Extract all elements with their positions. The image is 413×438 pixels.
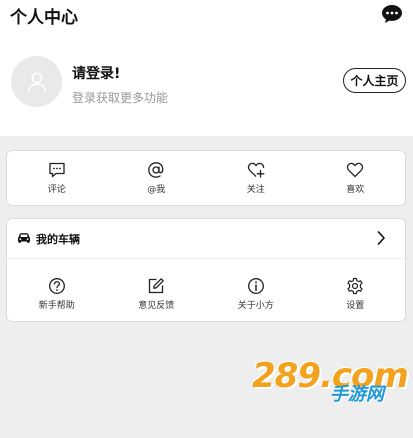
tool-settings[interactable]: 设置 [306, 277, 406, 311]
tool-label: 关于小方 [237, 301, 274, 311]
vehicle-tools-card: 我的车辆 新手帮助 意见反馈 关于小方 设置 [6, 218, 406, 322]
chat-bubble-icon[interactable] [381, 4, 403, 24]
vehicle-label: 我的车辆 [36, 233, 80, 246]
watermark-logo: 289.com 手游网 [252, 356, 409, 405]
action-label: 关注 [246, 185, 265, 195]
action-mentions[interactable]: @我 [107, 161, 207, 195]
chevron-right-icon [377, 231, 385, 245]
my-vehicle-row[interactable]: 我的车辆 [7, 219, 405, 259]
help-icon [48, 278, 65, 294]
action-like[interactable]: 喜欢 [306, 161, 406, 195]
action-card: 评论 @我 关注 喜欢 [6, 150, 406, 206]
tool-label: 新手帮助 [38, 301, 75, 311]
car-icon [18, 233, 30, 243]
avatar[interactable] [11, 56, 62, 107]
info-icon [247, 278, 264, 294]
login-subtitle: 登录获取更多功能 [72, 91, 169, 105]
tool-about[interactable]: 关于小方 [206, 277, 306, 311]
tool-feedback[interactable]: 意见反馈 [107, 277, 207, 311]
tool-label: 意见反馈 [138, 301, 175, 311]
user-avatar-icon [27, 72, 46, 92]
heart-icon [347, 162, 364, 178]
heart-plus-icon [247, 162, 265, 178]
action-label: 喜欢 [346, 185, 365, 195]
profile-header: 个人中心 请登录! 登录获取更多功能 个人主页 [0, 0, 413, 136]
feedback-icon [149, 278, 165, 294]
action-follow[interactable]: 关注 [206, 161, 306, 195]
gear-icon [347, 277, 363, 295]
action-label: @我 [147, 185, 166, 195]
login-title[interactable]: 请登录! [72, 63, 120, 83]
homepage-button[interactable]: 个人主页 [343, 68, 406, 93]
at-icon [148, 162, 164, 178]
action-comment[interactable]: 评论 [7, 161, 107, 195]
tool-label: 设置 [346, 301, 365, 311]
page-title: 个人中心 [10, 8, 78, 28]
watermark-sub: 手游网 [330, 384, 384, 405]
comment-icon [49, 162, 65, 178]
tool-help[interactable]: 新手帮助 [7, 277, 107, 311]
action-label: 评论 [47, 185, 66, 195]
